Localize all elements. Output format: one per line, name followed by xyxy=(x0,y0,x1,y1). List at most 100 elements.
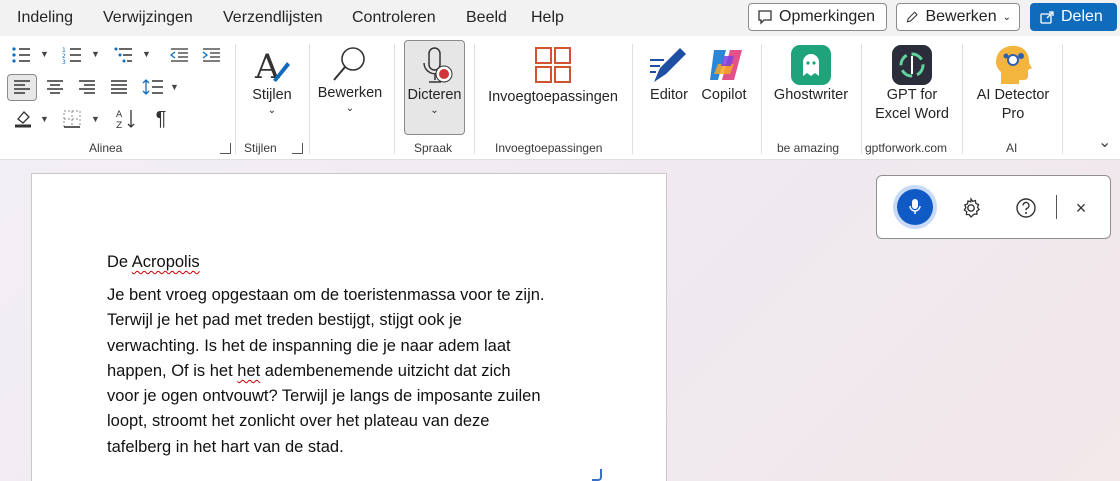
menu-beeld[interactable]: Beeld xyxy=(466,9,507,27)
dictation-toolbar: × xyxy=(876,175,1111,239)
multilevel-list-icon[interactable] xyxy=(112,44,134,66)
editor-button[interactable]: Editor xyxy=(644,44,694,105)
chevron-down-icon: ⌄ xyxy=(267,105,277,116)
pencil-icon xyxy=(906,11,918,23)
styles-label: Stijlen xyxy=(252,87,292,103)
group-label-gptforwork: gptforwork.com xyxy=(865,141,948,155)
chevron-down-icon: ⌄ xyxy=(430,105,439,116)
svg-text:Z: Z xyxy=(116,121,122,130)
chevron-down-icon[interactable]: ▼ xyxy=(40,114,49,124)
divider xyxy=(474,44,475,154)
alinea-dialog-launcher[interactable] xyxy=(220,143,231,154)
gpt-label-line1: GPT for xyxy=(886,87,938,103)
document-paragraph[interactable]: Je bent vroeg opgestaan om de toeristenm… xyxy=(107,283,607,460)
comments-button[interactable]: Opmerkingen xyxy=(748,3,887,31)
menu-controleren[interactable]: Controleren xyxy=(352,9,436,27)
comments-label: Opmerkingen xyxy=(779,8,876,25)
chevron-down-icon[interactable]: ▼ xyxy=(142,49,151,59)
chevron-down-icon[interactable]: ▼ xyxy=(170,82,179,92)
edit-mode-label: Bewerken xyxy=(925,8,997,25)
ghostwriter-icon xyxy=(791,45,831,85)
svg-text:3: 3 xyxy=(62,59,66,64)
align-center-icon[interactable] xyxy=(44,76,66,98)
mic-icon xyxy=(909,199,921,214)
share-label: Delen xyxy=(1061,8,1103,25)
divider xyxy=(632,44,633,154)
ribbon-expand-chevron-icon[interactable]: ⌄ xyxy=(1098,132,1111,152)
copilot-button[interactable]: Copilot xyxy=(697,44,751,105)
group-label-invoeg: Invoegtoepassingen xyxy=(495,141,603,155)
styles-button[interactable]: A Stijlen ⌄ xyxy=(246,46,298,116)
ribbon: ▼ 123 ▼ ▼ ▼ ▼ ▼ AZ ¶ Alinea A Stijlen ⌄ … xyxy=(0,36,1120,160)
menu-verzendlijsten[interactable]: Verzendlijsten xyxy=(223,9,323,27)
spelling-error-word: het xyxy=(237,361,261,380)
align-left-icon xyxy=(11,76,33,98)
document-heading-word: Acropolis xyxy=(131,253,200,271)
align-right-icon[interactable] xyxy=(76,76,98,98)
dictate-label: Dicteren xyxy=(407,87,462,103)
group-label-stijlen: Stijlen xyxy=(244,141,277,155)
divider xyxy=(761,44,762,154)
chevron-down-icon: ⌄ xyxy=(345,103,355,114)
document-heading[interactable]: De Acropolis xyxy=(107,253,200,272)
editor-label: Editor xyxy=(650,87,688,103)
addins-button[interactable]: Invoegtoepassingen xyxy=(484,46,622,107)
increase-indent-icon[interactable] xyxy=(200,44,222,66)
toolbar-divider xyxy=(1056,195,1057,219)
dictate-mic-icon xyxy=(422,47,452,83)
numbering-icon[interactable]: 123 xyxy=(61,44,83,66)
document-heading-prefix: De xyxy=(107,253,132,271)
gpt-icon xyxy=(892,45,932,85)
close-icon[interactable]: × xyxy=(1069,196,1093,220)
share-icon xyxy=(1040,11,1054,24)
stijlen-dialog-launcher[interactable] xyxy=(292,143,303,154)
divider xyxy=(235,44,236,154)
shading-icon[interactable] xyxy=(12,108,34,130)
share-button[interactable]: Delen xyxy=(1030,3,1117,31)
gear-icon[interactable] xyxy=(959,196,983,220)
styles-icon: A xyxy=(254,47,290,86)
mic-button[interactable] xyxy=(897,189,933,225)
ghostwriter-label: Ghostwriter xyxy=(773,87,849,103)
group-label-ai: AI xyxy=(1006,141,1018,155)
chevron-down-icon[interactable]: ▼ xyxy=(91,49,100,59)
addins-label: Invoegtoepassingen xyxy=(488,89,618,105)
menu-help[interactable]: Help xyxy=(531,9,564,27)
menu-bar: Indeling Verwijzingen Verzendlijsten Con… xyxy=(0,0,1120,36)
group-label-alinea: Alinea xyxy=(89,141,123,155)
line-spacing-icon[interactable] xyxy=(142,76,164,98)
ai-detector-label-line2: Pro xyxy=(1001,106,1025,122)
divider xyxy=(962,44,963,154)
ghostwriter-button[interactable]: Ghostwriter xyxy=(770,44,852,105)
copilot-label: Copilot xyxy=(701,87,747,103)
group-label-be-amazing: be amazing xyxy=(777,141,840,155)
comment-icon xyxy=(758,10,772,25)
chevron-down-icon[interactable]: ▼ xyxy=(40,49,49,59)
group-label-spraak: Spraak xyxy=(414,141,453,155)
divider xyxy=(309,44,310,154)
divider xyxy=(861,44,862,154)
help-icon[interactable] xyxy=(1014,196,1038,220)
divider xyxy=(394,44,395,154)
page-corner-marker xyxy=(592,469,602,481)
menu-verwijzingen[interactable]: Verwijzingen xyxy=(103,9,193,27)
ai-detector-button[interactable]: AI Detector Pro xyxy=(970,44,1056,124)
borders-icon[interactable] xyxy=(61,108,83,130)
editor-icon xyxy=(650,48,686,82)
menu-indeling[interactable]: Indeling xyxy=(17,9,73,27)
justify-icon[interactable] xyxy=(108,76,130,98)
ai-detector-icon xyxy=(996,45,1032,84)
sort-icon[interactable]: AZ xyxy=(115,108,137,130)
pilcrow-icon[interactable]: ¶ xyxy=(150,108,172,130)
bullets-icon[interactable] xyxy=(10,44,32,66)
editing-button[interactable]: Bewerken ⌄ xyxy=(316,44,384,114)
decrease-indent-icon[interactable] xyxy=(168,44,190,66)
copilot-icon xyxy=(710,50,742,80)
chevron-down-icon: ⌄ xyxy=(1002,11,1011,23)
editing-label: Bewerken xyxy=(317,85,383,101)
edit-mode-button[interactable]: Bewerken ⌄ xyxy=(896,3,1020,31)
gpt-button[interactable]: GPT for Excel Word xyxy=(868,44,956,124)
dictate-content: Dicteren ⌄ xyxy=(404,46,465,116)
divider xyxy=(1062,44,1063,154)
chevron-down-icon[interactable]: ▼ xyxy=(91,114,100,124)
